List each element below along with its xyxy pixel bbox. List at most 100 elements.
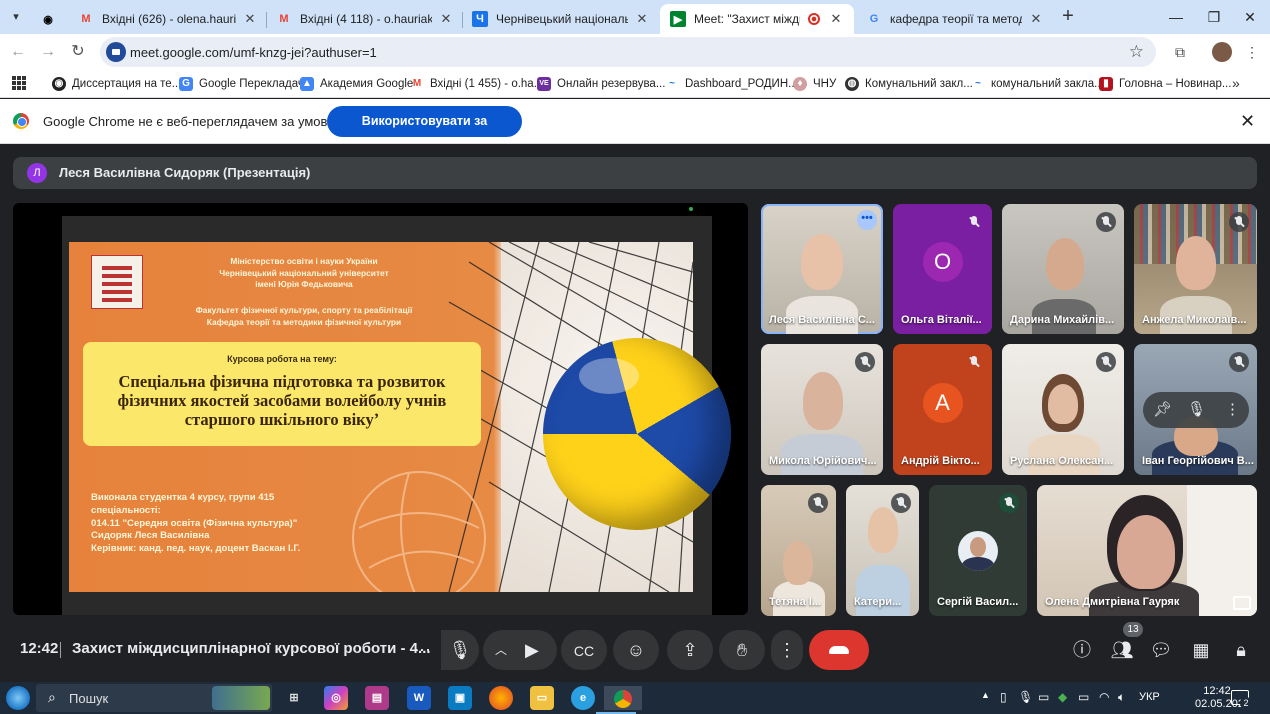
- activities-icon[interactable]: ▦: [1189, 638, 1213, 662]
- wifi-icon[interactable]: ◠: [1099, 690, 1109, 704]
- profile-avatar[interactable]: [1212, 42, 1232, 62]
- participant-tile[interactable]: Дарина Михайлів...: [1002, 204, 1124, 334]
- bookmark-item[interactable]: ◉ Диссертация на те...: [52, 75, 181, 93]
- participant-tile[interactable]: Сергій Васил...: [929, 485, 1027, 616]
- start-button[interactable]: [6, 686, 30, 710]
- menu-icon[interactable]: ⋮: [1242, 42, 1262, 62]
- meeting-title: Захист міждисциплінарної курсової роботи…: [72, 640, 431, 657]
- close-icon[interactable]: ✕: [242, 11, 258, 27]
- participant-tile[interactable]: О Ольга Віталії...: [893, 204, 992, 334]
- participant-tile[interactable]: А Андрій Вікто...: [893, 344, 992, 475]
- slide: Міністерство освіти і науки України Черн…: [69, 242, 731, 592]
- participant-tile[interactable]: Олена Дмитрівна Гауряк: [1037, 485, 1257, 616]
- copilot-icon[interactable]: ◎: [324, 686, 348, 710]
- bookmark-item[interactable]: ◍ Комунальний закл...: [845, 75, 973, 93]
- raise-hand-button[interactable]: ✋︎: [719, 630, 765, 670]
- set-default-button[interactable]: Використовувати за умовчанням: [327, 106, 522, 159]
- more-options-icon[interactable]: •••: [857, 210, 877, 230]
- host-controls-icon[interactable]: 🔒︎: [1229, 638, 1253, 662]
- chevron-up-icon[interactable]: ▲: [981, 690, 990, 700]
- more-options-button[interactable]: ⋮: [771, 630, 803, 670]
- bookmark-item[interactable]: G Google Перекладач: [179, 75, 304, 93]
- shield-icon[interactable]: ◆: [1058, 690, 1067, 704]
- bookmark-item[interactable]: ▮ Головна – Новинар...: [1099, 75, 1231, 93]
- volume-icon[interactable]: 🔈︎: [1118, 690, 1125, 705]
- participant-tile[interactable]: Тетяна І...: [761, 485, 836, 616]
- microphone-button[interactable]: 🎙︎: [441, 630, 479, 670]
- participant-name: Олена Дмитрівна Гауряк: [1045, 596, 1180, 608]
- emoji-button[interactable]: ☺: [613, 630, 659, 670]
- camera-icon[interactable]: ▯: [1000, 690, 1007, 704]
- bookmark-item[interactable]: ~ Dashboard_РОДИН...: [665, 75, 798, 93]
- participant-tile[interactable]: Руслана Олексан...: [1002, 344, 1124, 475]
- more-options-icon[interactable]: ⋮: [1225, 400, 1240, 418]
- chrome-taskbar-button[interactable]: [596, 686, 642, 714]
- task-view-icon[interactable]: ⊞: [282, 686, 306, 710]
- participant-tile[interactable]: Микола Юрійович...: [761, 344, 883, 475]
- language-indicator[interactable]: УКР: [1139, 691, 1160, 703]
- participant-tile[interactable]: ••• Леся Василівна С...: [761, 204, 883, 334]
- reload-button[interactable]: ↻: [68, 42, 88, 62]
- firefox-icon[interactable]: [489, 686, 513, 710]
- tab-university[interactable]: Ч Чернівецький національний у ✕: [462, 4, 660, 34]
- infobar-text: Google Chrome не є веб-переглядачем за у…: [43, 114, 372, 129]
- address-bar[interactable]: meet.google.com/umf-knzg-jei?authuser=1 …: [100, 37, 1156, 67]
- bookmark-item[interactable]: M Вхідні (1 455) - o.ha...: [410, 75, 543, 93]
- captions-button[interactable]: CC: [561, 630, 607, 670]
- screen-share-icon[interactable]: ▭: [1038, 690, 1049, 704]
- close-icon[interactable]: ✕: [1240, 111, 1255, 132]
- bookmark-item[interactable]: ~ комунальний закла...: [971, 75, 1104, 93]
- extensions-icon[interactable]: ⧉: [1170, 42, 1190, 62]
- battery-icon[interactable]: ▭: [1078, 690, 1089, 704]
- bookmark-item[interactable]: ♦ ЧНУ: [793, 75, 836, 93]
- emoji-icon: ☺: [626, 640, 646, 660]
- microphone-icon[interactable]: 🎙︎: [1018, 690, 1033, 704]
- more-actions-button[interactable]: ⋯: [403, 630, 441, 670]
- participant-video: [1048, 384, 1078, 424]
- slide-title: Спеціальна фізична підготовка та розвито…: [117, 372, 447, 429]
- participant-video: [1046, 238, 1084, 290]
- mic-off-icon[interactable]: 🎙︎: [1187, 400, 1206, 418]
- close-icon[interactable]: ✕: [634, 11, 650, 27]
- file-explorer-icon[interactable]: ▭: [530, 686, 554, 710]
- apps-icon[interactable]: [12, 76, 26, 90]
- chat-icon[interactable]: 💬︎: [1149, 638, 1173, 662]
- bookmark-star-icon[interactable]: ☆: [1129, 42, 1144, 62]
- minimize-button[interactable]: —: [1156, 4, 1196, 30]
- tab-gmail-2[interactable]: M Вхідні (4 118) - o.hauriak@chnu ✕: [266, 4, 464, 34]
- app-icon[interactable]: ▤: [365, 686, 389, 710]
- people-icon[interactable]: 👥︎: [1110, 638, 1134, 662]
- new-tab-button[interactable]: +: [1058, 6, 1078, 26]
- close-icon[interactable]: ✕: [1028, 11, 1044, 27]
- bookmark-item[interactable]: VE Онлайн резервува...: [537, 75, 665, 93]
- pin-icon[interactable]: 📌︎: [1153, 400, 1172, 418]
- close-icon[interactable]: ✕: [438, 11, 454, 27]
- back-button[interactable]: ←: [8, 42, 28, 62]
- tab-google-search[interactable]: G кафедра теорії та методики ф ✕: [856, 4, 1054, 34]
- window-close-button[interactable]: ✕: [1230, 4, 1270, 30]
- maximize-button[interactable]: ❐: [1194, 4, 1234, 30]
- bookmark-item[interactable]: ▲ Академия Google: [300, 75, 413, 93]
- present-button[interactable]: ⇪: [667, 630, 713, 670]
- site-info-icon[interactable]: [106, 42, 126, 62]
- search-icon: ⌕: [48, 689, 56, 705]
- store-icon[interactable]: ▣: [448, 686, 472, 710]
- participant-tile[interactable]: Катери...: [846, 485, 919, 616]
- camera-button[interactable]: ︿ ▶︎: [483, 630, 557, 670]
- word-icon[interactable]: W: [407, 686, 431, 710]
- taskbar-search[interactable]: ⌕ Пошук: [36, 684, 272, 712]
- participant-tile[interactable]: Анжела Миколаїв...: [1134, 204, 1257, 334]
- end-call-button[interactable]: [809, 630, 869, 670]
- tab-gmail-1-body[interactable]: M Вхідні (626) - olena.hauriak@gm ✕: [68, 4, 268, 34]
- bookmark-label: Онлайн резервува...: [557, 78, 666, 90]
- chevron-up-icon[interactable]: ︿: [495, 630, 507, 670]
- info-icon[interactable]: ⓘ: [1070, 638, 1094, 662]
- chevron-right-icon[interactable]: »: [1232, 75, 1240, 91]
- tab-meet[interactable]: ▶ Meet: "Захист міждисциплі ✕: [660, 4, 854, 34]
- presentation-view[interactable]: Міністерство освіти і науки України Черн…: [13, 203, 748, 615]
- picture-in-picture-icon[interactable]: [1233, 596, 1251, 610]
- close-icon[interactable]: ✕: [828, 11, 844, 27]
- tab-search-icon[interactable]: ▾: [6, 7, 26, 27]
- edge-icon[interactable]: e: [571, 686, 595, 710]
- forward-button[interactable]: →: [38, 42, 58, 62]
